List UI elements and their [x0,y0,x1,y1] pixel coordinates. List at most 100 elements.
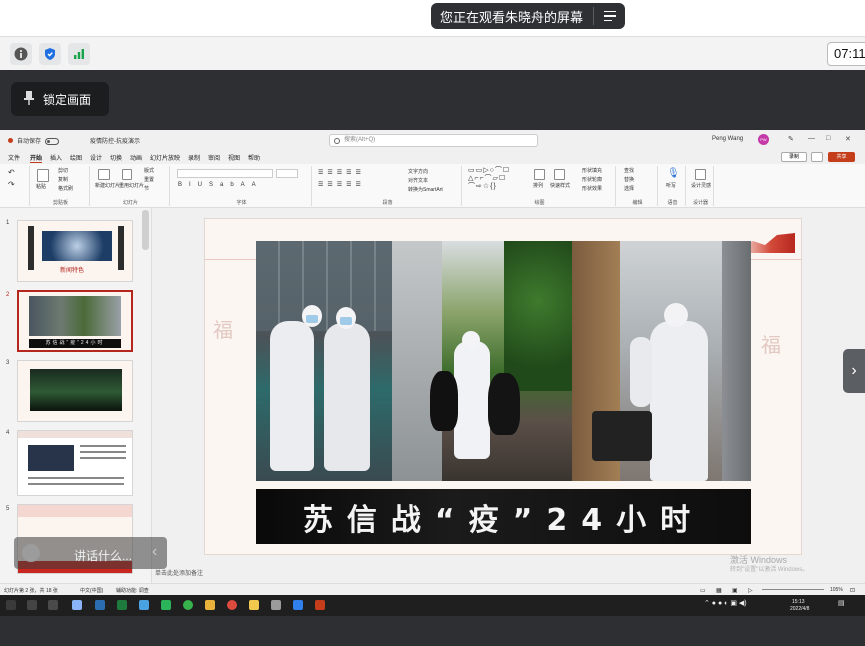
comment-icon[interactable] [811,152,823,162]
notes-placeholder[interactable]: 单击此处添加备注 [155,568,203,577]
tab-view[interactable]: 视图 [228,153,240,162]
shield-icon[interactable] [39,43,61,65]
paste-button[interactable]: 粘贴 [36,183,46,190]
shapes-gallery[interactable]: ▭▭▷○⌒☐ △⌐⌐⌒▱☐ ⌒⇨☆{} [468,167,510,191]
app-icon[interactable] [161,600,171,610]
lock-view-button[interactable]: 锁定画面 [11,82,109,116]
user-name[interactable]: Peng Wang [712,136,743,142]
app-icon[interactable] [293,600,303,610]
arrange-icon[interactable] [534,169,545,180]
app-icon[interactable] [271,600,281,610]
pen-icon[interactable]: ✎ [788,135,794,143]
maximize-button[interactable]: □ [826,135,830,142]
quick-styles-button[interactable]: 快速样式 [550,182,570,189]
tab-review[interactable]: 审阅 [208,153,220,162]
smartart-button[interactable]: 转换为SmartArt [408,186,443,193]
search-input[interactable]: 搜索(Alt+Q) [329,134,538,147]
slide-thumbnail-1[interactable]: 新闻特色 [17,220,133,282]
tab-design[interactable]: 设计 [90,153,102,162]
designer-button[interactable]: 设计灵感 [691,182,711,189]
text-direction-button[interactable]: 文字方向 [408,168,428,175]
notification-icon[interactable]: ▤ [838,599,845,607]
signal-icon[interactable] [68,43,90,65]
app-icon[interactable] [139,600,149,610]
shape-fill-button[interactable]: 形状填充 [582,167,602,174]
word-icon[interactable] [95,600,105,610]
list-buttons[interactable]: ☰☰☰☰☰ [318,169,365,176]
tab-home[interactable]: 开始 [30,153,43,163]
windows-start-icon[interactable] [6,600,16,610]
tab-animations[interactable]: 动画 [130,153,142,162]
menu-icon[interactable] [594,3,625,29]
dictate-button[interactable]: 听写 [666,182,676,189]
normal-view-icon[interactable]: ▭ [700,587,706,594]
quick-styles-icon[interactable] [554,169,565,180]
search-icon[interactable] [27,600,37,610]
sorter-view-icon[interactable]: ▦ [716,587,722,594]
copy-button[interactable]: 复制 [58,176,68,183]
find-button[interactable]: 查找 [624,167,634,174]
chevron-right-icon[interactable]: › [843,349,865,393]
tab-slideshow[interactable]: 幻灯片放映 [150,153,180,162]
clock-date[interactable]: 2022/4/8 [790,606,809,612]
powerpoint-icon[interactable] [315,600,325,610]
explorer-icon[interactable] [72,600,82,610]
fit-slide-icon[interactable]: ⊡ [850,587,855,594]
share-button[interactable]: 共享 [828,152,855,162]
tab-draw[interactable]: 绘图 [70,153,82,162]
chevron-left-icon[interactable]: ‹ [152,543,157,561]
thumbnail-scrollbar[interactable] [142,210,149,250]
paste-icon[interactable] [37,169,49,182]
tray-icons[interactable]: ⌃ ● ● ◐ ▣ ◀) [704,599,747,607]
reading-view-icon[interactable]: ▣ [732,587,738,594]
document-name[interactable]: 疫情防控-抗疫演示 [90,136,140,145]
wechat-icon[interactable] [183,600,193,610]
layout-button[interactable]: 版式 [144,167,154,174]
excel-icon[interactable] [117,600,127,610]
app-icon[interactable] [249,600,259,610]
folder-icon[interactable] [205,600,215,610]
speaking-indicator[interactable]: 讲话什么... ‹ [14,537,167,569]
avatar[interactable]: PW [758,134,769,145]
slide-thumbnail-2[interactable]: 苏信战“疫”24小时 [17,290,133,352]
tab-transitions[interactable]: 切换 [110,153,122,162]
align-text-button[interactable]: 对齐文本 [408,177,428,184]
shape-effects-button[interactable]: 形状效果 [582,185,602,192]
microphone-icon[interactable]: 🎙 [667,168,680,179]
slideshow-view-icon[interactable]: ▷ [748,587,753,594]
reuse-slides-icon[interactable] [122,169,132,180]
close-button[interactable]: ✕ [845,135,851,143]
font-size-select[interactable] [276,169,298,178]
info-icon[interactable] [10,43,32,65]
cut-button[interactable]: 剪切 [58,167,68,174]
tab-help[interactable]: 帮助 [248,153,260,162]
format-painter-button[interactable]: 格式刷 [58,185,73,192]
shape-outline-button[interactable]: 形状轮廓 [582,176,602,183]
tab-insert[interactable]: 插入 [50,153,62,162]
new-slide-button[interactable]: 新建幻灯片 [95,182,120,189]
tab-file[interactable]: 文件 [8,153,20,162]
font-name-select[interactable] [177,169,273,178]
chrome-icon[interactable] [227,600,237,610]
reset-button[interactable]: 重置 [144,176,154,183]
tab-record[interactable]: 录制 [188,153,200,162]
zoom-level[interactable]: 105% [830,587,843,593]
autosave-toggle[interactable]: 自动保存 [8,136,59,145]
section-button[interactable]: 节 [144,185,149,192]
arrange-button[interactable]: 排列 [533,182,543,189]
undo-icon[interactable]: ↶ [8,168,15,177]
task-view-icon[interactable] [48,600,58,610]
zoom-slider[interactable] [762,589,824,590]
new-slide-icon[interactable] [98,169,110,180]
select-button[interactable]: 选择 [624,185,634,192]
reuse-slides-button[interactable]: 重用幻灯片 [119,182,144,189]
redo-icon[interactable]: ↷ [8,180,15,189]
clock-time[interactable]: 15:13 [792,599,805,605]
align-buttons[interactable]: ☰☰☰☰☰ [318,181,365,188]
accessibility-status[interactable]: 辅助功能: 调查 [116,587,149,594]
slide-thumbnail-3[interactable] [17,360,133,422]
font-format-buttons[interactable]: BIUSabAA [178,182,263,188]
replace-button[interactable]: 替换 [624,176,634,183]
slide-thumbnail-4[interactable] [17,430,133,496]
designer-icon[interactable] [695,169,706,180]
